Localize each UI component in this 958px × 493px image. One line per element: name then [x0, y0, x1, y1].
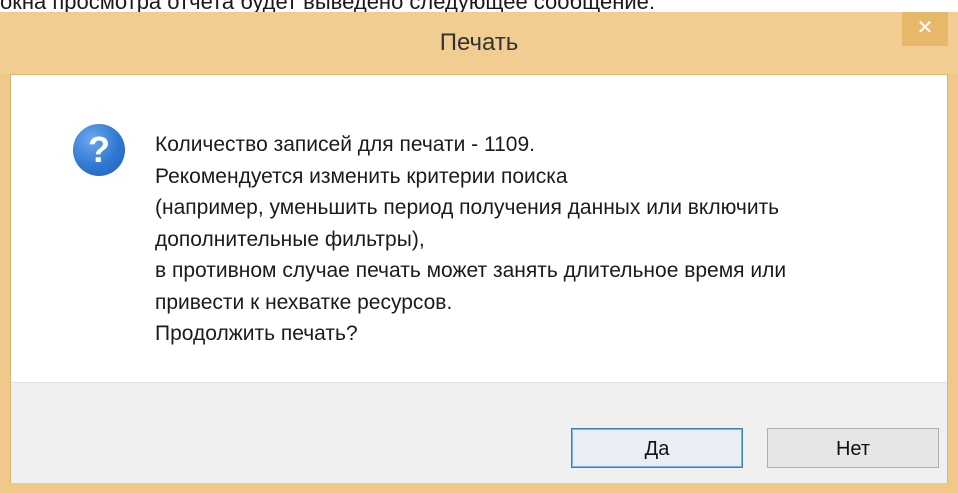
dialog-titlebar[interactable]: Печать ✕ — [0, 12, 958, 74]
question-icon: ? — [73, 124, 125, 176]
close-button[interactable]: ✕ — [902, 12, 948, 46]
message-line: Продолжить печать? — [155, 322, 358, 345]
message-line: в противном случае печать может занять д… — [155, 259, 787, 282]
message-line: Рекомендуется изменить критерии поиска — [155, 164, 568, 188]
dialog-body: ? Количество записей для печати - 1109. … — [10, 74, 948, 483]
button-bar: Да Нет — [11, 382, 947, 483]
dialog-title: Печать — [439, 29, 519, 56]
no-button[interactable]: Нет — [767, 428, 939, 468]
yes-button[interactable]: Да — [571, 428, 743, 468]
close-icon: ✕ — [916, 17, 934, 39]
message-line: дополнительные фильтры), — [155, 227, 425, 251]
message-line: (например, уменьшить период получения да… — [155, 196, 780, 219]
print-dialog: Печать ✕ ? Количество записей для печати… — [0, 12, 958, 493]
message-line: Количество записей для печати - 1109. — [155, 133, 535, 156]
message-text: Количество записей для печати - 1109. Ре… — [155, 129, 786, 350]
message-line: привести к нехватке ресурсов. — [155, 290, 453, 314]
